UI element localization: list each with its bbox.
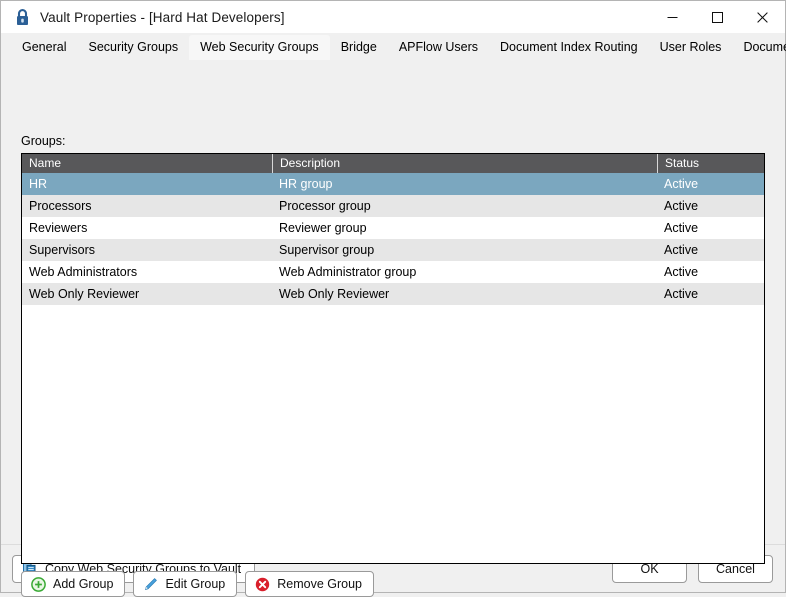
edit-group-button[interactable]: Edit Group [133,571,238,597]
pencil-icon [142,576,158,592]
edit-group-label: Edit Group [165,577,226,591]
add-group-label: Add Group [53,577,114,591]
cell-name: Processors [29,199,92,213]
cell-description: Processor group [279,199,371,213]
minimize-button[interactable] [650,1,695,33]
remove-circle-icon [254,576,270,592]
window-title: Vault Properties - [Hard Hat Developers] [40,9,285,25]
tab-content-panel: Groups: Name Description Status HR HR gro… [1,60,785,597]
tab-strip: General Security Groups Web Security Gro… [1,33,786,60]
groups-list[interactable]: Name Description Status HR HR group Active… [21,153,765,564]
table-row[interactable]: HR HR group Active [22,173,764,195]
list-header-row: Name Description Status [22,154,764,173]
add-group-button[interactable]: Add Group [21,571,126,597]
table-row[interactable]: Web Administrators Web Administrator grou… [22,261,764,283]
window-controls [650,1,785,33]
tab-general[interactable]: General [11,35,77,60]
vault-properties-window: Vault Properties - [Hard Hat Developers]… [0,0,786,597]
remove-group-label: Remove Group [277,577,362,591]
tab-user-roles[interactable]: User Roles [649,35,733,60]
cell-status: Active [664,243,699,257]
cell-name: Web Only Reviewer [29,287,140,301]
maximize-button[interactable] [695,1,740,33]
table-row[interactable]: Reviewers Reviewer group Active [22,217,764,239]
remove-group-button[interactable]: Remove Group [245,571,374,597]
cell-description: Web Administrator group [279,265,417,279]
list-body: HR HR group Active Processors Processor grou… [22,173,764,305]
cell-status: Active [664,177,699,191]
tab-document-index-routing[interactable]: Document Index Routing [489,35,649,60]
column-header-status[interactable]: Status [657,154,764,173]
cell-name: HR [29,177,48,191]
tab-apflow-users[interactable]: APFlow Users [388,35,489,60]
cell-description: Supervisor group [279,243,375,257]
column-header-description[interactable]: Description [272,154,657,173]
cell-name: Supervisors [29,243,95,257]
cell-description: HR group [279,177,333,191]
cell-description: Web Only Reviewer [279,287,390,301]
table-row[interactable]: Web Only Reviewer Web Only Reviewer Active [22,283,764,305]
tab-bridge[interactable]: Bridge [330,35,388,60]
cell-name: Web Administrators [29,265,138,279]
cell-name: Reviewers [29,221,88,235]
tab-security-groups[interactable]: Security Groups [77,35,189,60]
cell-status: Active [664,287,699,301]
column-header-name[interactable]: Name [22,154,272,173]
title-bar: Vault Properties - [Hard Hat Developers] [1,1,785,33]
cell-status: Active [664,221,699,235]
group-actions: Add Group Edit Group Remove Group [21,571,374,597]
table-row[interactable]: Processors Processor group Active [22,195,764,217]
cell-status: Active [664,199,699,213]
tab-document-publishing[interactable]: Document Publishing [732,35,786,60]
table-row[interactable]: Supervisors Supervisor group Active [22,239,764,261]
cell-status: Active [664,265,699,279]
groups-label: Groups: [21,134,66,148]
lock-icon [14,8,30,26]
tab-web-security-groups[interactable]: Web Security Groups [189,35,330,60]
plus-circle-icon [30,576,46,592]
close-button[interactable] [740,1,785,33]
cell-description: Reviewer group [279,221,367,235]
